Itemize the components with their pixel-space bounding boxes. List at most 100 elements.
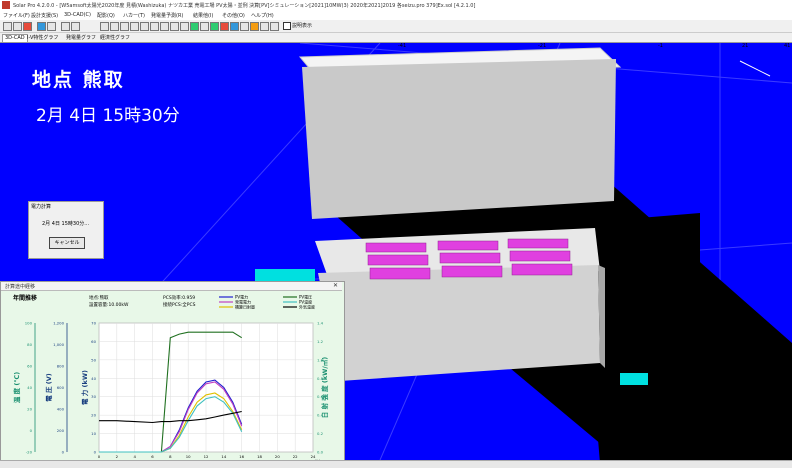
temp-tick-label: -20 <box>26 450 33 455</box>
home-icon[interactable] <box>140 22 149 31</box>
lower-building-wall <box>318 265 600 381</box>
cancel-button[interactable]: キャンセル <box>49 237 85 249</box>
temp-tick-label: 40 <box>27 385 32 390</box>
menu-shading[interactable]: 配影(Q) <box>97 12 115 19</box>
irradiance-tick-label: 0.2 <box>317 431 324 436</box>
sun-icon[interactable] <box>190 22 199 31</box>
view-icon[interactable] <box>120 22 129 31</box>
power-tick-label: 10 <box>91 431 96 436</box>
location-label: 地点 熊取 <box>32 69 125 91</box>
axis-tick-label: -1 <box>658 43 663 49</box>
power-tick-label: 20 <box>91 413 96 418</box>
progress-graph-window: 計算途中経移 ✕ 年間推移 地点:熊取 設置容量:10.00kW PCS効率:0… <box>0 281 345 466</box>
calc-dialog-title: 電力計算 <box>31 204 52 210</box>
info-capacity: 設置容量:10.00kW <box>89 301 129 308</box>
stop-icon[interactable] <box>220 22 229 31</box>
temp-tick-label: 100 <box>25 321 33 326</box>
rotate-icon[interactable] <box>200 22 209 31</box>
panel-icon[interactable] <box>170 22 179 31</box>
datetime-label: 2月 4日 15時30分 <box>36 106 180 126</box>
legend-label: 外気温度 <box>299 304 315 310</box>
irradiance-axis-title: 日 射 強 度 (kW/㎡) <box>320 357 329 418</box>
x-tick-label: 14 <box>221 454 226 459</box>
voltage-tick-label: 400 <box>57 407 65 412</box>
save-icon[interactable] <box>37 22 46 31</box>
tab-bar: 3D-CAD I-V特性グラフ 発電量グラフ 経済性グラフ <box>0 33 792 43</box>
tree-icon[interactable] <box>210 22 219 31</box>
explanation-checkbox-label: 説明表示 <box>292 23 313 29</box>
voltage-tick-label: 1,200 <box>53 321 64 326</box>
x-tick-label: 8 <box>169 454 172 459</box>
x-tick-label: 20 <box>275 454 280 459</box>
menu-hardware[interactable]: ハカー(T) <box>123 12 145 19</box>
graph-heading: 年間推移 <box>13 294 37 302</box>
axis-tick-label: -21 <box>538 43 546 49</box>
menu-bar: ファイル(F) 設計支援(S) 3D-CAD(C) 配影(Q) ハカー(T) 発… <box>0 11 792 20</box>
calc-dialog-message: 2月 4日 15時30分... <box>42 221 90 227</box>
graph-svg: 年間推移 地点:熊取 設置容量:10.00kW PCS効率:0.959 接続PC… <box>12 294 329 464</box>
temp-tick-label: 80 <box>27 342 32 347</box>
window-title: Solar Pro 4.2.0.0 - [W5amsoft太陽光2020年度 見… <box>13 3 476 9</box>
plot-area <box>98 322 314 453</box>
tab-iv-graph[interactable]: I-V特性グラフ <box>25 34 60 41</box>
irradiance-tick-label: 1.4 <box>317 321 324 326</box>
chart-icon[interactable] <box>260 22 269 31</box>
info-pcs-eff: PCS効率:0.959 <box>163 294 195 301</box>
voltage-axis-title: 電 圧 (V) <box>44 373 53 402</box>
voltage-tick-label: 200 <box>57 428 65 433</box>
menu-results[interactable]: 結果他(I) <box>193 12 213 19</box>
temp-tick-label: 60 <box>27 364 32 369</box>
select-icon[interactable] <box>180 22 189 31</box>
measure-icon[interactable] <box>230 22 239 31</box>
irradiance-tick-label: 0.0 <box>317 450 324 455</box>
axis-marker <box>739 60 771 77</box>
building-icon[interactable] <box>160 22 169 31</box>
tab-economic-graph[interactable]: 経済性グラフ <box>98 34 132 41</box>
redo-icon[interactable] <box>71 22 80 31</box>
layer-icon[interactable] <box>150 22 159 31</box>
x-tick-label: 18 <box>257 454 262 459</box>
temp-axis-title: 温 度 (℃) <box>12 372 21 403</box>
tab-3dcad[interactable]: 3D-CAD <box>2 34 28 42</box>
grid-icon[interactable] <box>130 22 139 31</box>
tab-power-graph[interactable]: 発電量グラフ <box>64 34 98 41</box>
new-icon[interactable] <box>3 22 12 31</box>
explanation-checkbox[interactable] <box>283 22 291 30</box>
upper-building-wall <box>302 59 616 219</box>
menu-design-support[interactable]: 設計支援(S) <box>31 12 58 19</box>
power-tick-label: 70 <box>91 321 96 326</box>
calc-dialog: 電力計算 2月 4日 15時30分... キャンセル <box>28 201 104 259</box>
menu-file[interactable]: ファイル(F) <box>3 12 30 19</box>
voltage-tick-label: 1,000 <box>53 342 64 347</box>
x-tick-label: 6 <box>151 454 154 459</box>
power-tick-label: 30 <box>91 394 96 399</box>
zoom-in-icon[interactable] <box>100 22 109 31</box>
power-tick-label: 40 <box>91 376 96 381</box>
open-icon[interactable] <box>13 22 22 31</box>
settings-icon[interactable] <box>270 22 279 31</box>
axis-tick-label: 41 <box>784 43 790 49</box>
solar-panel-group <box>365 238 573 280</box>
delete-icon[interactable] <box>23 22 32 31</box>
power-tick-label: 60 <box>91 339 96 344</box>
temp-tick-label: 0 <box>30 428 33 433</box>
power-tick-label: 0 <box>94 450 97 455</box>
info-pcs: 接続PCS:全PCS <box>163 301 196 308</box>
menu-help[interactable]: ヘルプ(H) <box>251 12 274 19</box>
print-icon[interactable] <box>47 22 56 31</box>
voltage-tick-label: 0 <box>62 450 65 455</box>
clock-icon[interactable] <box>240 22 249 31</box>
menu-forecast[interactable]: 発電量予測(R) <box>151 12 183 19</box>
legend-label: 積算日射量 <box>235 304 255 310</box>
zoom-out-icon[interactable] <box>110 22 119 31</box>
x-tick-label: 0 <box>98 454 101 459</box>
calc-icon[interactable] <box>250 22 259 31</box>
menu-other[interactable]: その他(O) <box>222 12 245 19</box>
menu-3dcad[interactable]: 3D-CAD(C) <box>64 12 91 18</box>
irradiance-tick-label: 1.2 <box>317 339 324 344</box>
graph-window-title: 計算途中経移 <box>5 284 36 290</box>
x-tick-label: 12 <box>204 454 209 459</box>
close-icon[interactable]: ✕ <box>333 282 338 289</box>
voltage-tick-label: 600 <box>57 385 65 390</box>
undo-icon[interactable] <box>61 22 70 31</box>
